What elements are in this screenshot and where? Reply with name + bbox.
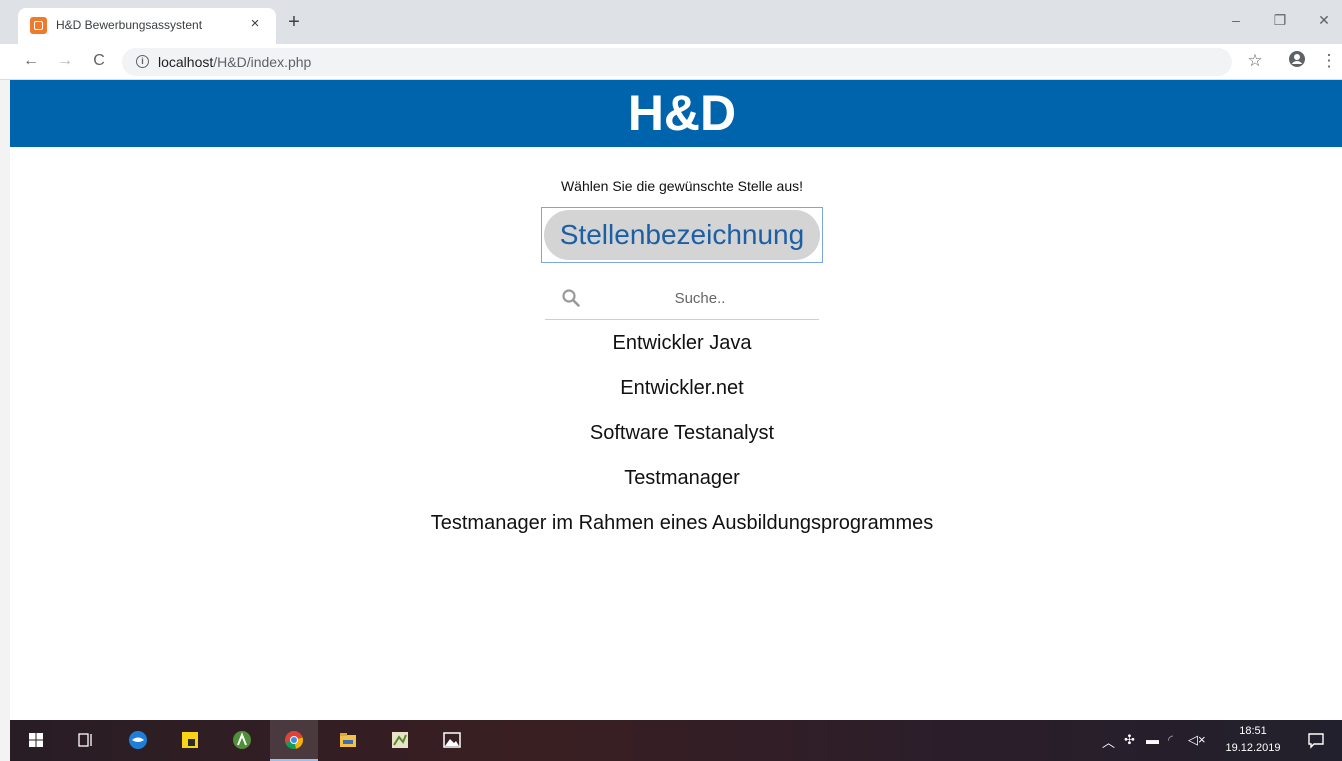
page-viewport: H&D Wählen Sie die gewünschte Stelle aus… [10, 80, 1342, 720]
clock-date: 19.12.2019 [1225, 742, 1281, 754]
battery-icon[interactable]: ▬ [1146, 732, 1159, 747]
bookmark-star-icon[interactable]: ☆ [1244, 50, 1266, 72]
url-text: localhost/H&D/index.php [158, 54, 311, 70]
volume-muted-icon[interactable]: ◁× [1188, 732, 1206, 748]
tab-close-icon[interactable]: × [246, 15, 264, 33]
address-bar[interactable]: i localhost/H&D/index.php [122, 48, 1232, 76]
tray-overflow-icon[interactable]: ︿ [1102, 732, 1115, 751]
new-tab-button[interactable]: + [284, 12, 304, 32]
job-item[interactable]: Testmanager [10, 463, 1342, 508]
position-select-button[interactable]: Stellenbezeichnung [544, 210, 820, 260]
job-item[interactable]: Software Testanalyst [10, 418, 1342, 463]
task-view-icon[interactable] [76, 730, 96, 750]
job-item[interactable]: Entwickler.net [10, 373, 1342, 418]
position-select-frame: Stellenbezeichnung [541, 207, 823, 263]
job-item[interactable]: Testmanager im Rahmen eines Ausbildungsp… [10, 508, 1342, 553]
profile-icon[interactable] [1286, 50, 1308, 72]
search-input[interactable] [585, 285, 815, 311]
sticky-notes-icon[interactable] [180, 730, 200, 750]
browser-toolbar: ← → C i localhost/H&D/index.php ☆ ⋮ [0, 44, 1342, 80]
job-list: Entwickler Java Entwickler.net Software … [10, 328, 1342, 553]
wifi-icon[interactable]: ◜ [1168, 732, 1173, 748]
browser-tab-strip: H&D Bewerbungsassystent × + – ❐ ✕ [0, 0, 1342, 44]
restore-button[interactable]: ❐ [1270, 10, 1290, 30]
thunderbird-icon[interactable] [128, 730, 148, 750]
windows-taskbar: ︿ ✣ ▬ ◜ ◁× 18:51 19.12.2019 [10, 720, 1342, 761]
site-header: H&D [10, 80, 1342, 147]
tab-title: H&D Bewerbungsassystent [56, 18, 203, 32]
search-icon [562, 289, 580, 307]
url-path: /H&D/index.php [213, 54, 312, 70]
back-arrow-icon[interactable]: ← [20, 50, 42, 72]
xampp-favicon-icon [30, 17, 47, 34]
job-item[interactable]: Entwickler Java [10, 328, 1342, 373]
search-bar [545, 280, 819, 320]
taskbar-clock[interactable]: 18:51 19.12.2019 [1218, 723, 1288, 757]
windows-start-icon[interactable] [26, 730, 46, 750]
url-host: localhost [158, 54, 214, 70]
clock-time: 18:51 [1239, 725, 1267, 737]
brand-logo: H&D [627, 85, 737, 141]
close-window-button[interactable]: ✕ [1314, 10, 1334, 30]
reload-icon[interactable]: C [88, 50, 110, 72]
site-info-icon[interactable]: i [136, 55, 149, 68]
photos-icon[interactable] [442, 730, 462, 750]
gimp-icon[interactable] [390, 730, 410, 750]
file-explorer-icon[interactable] [338, 730, 358, 750]
notification-center-icon[interactable] [1306, 730, 1326, 750]
selection-prompt: Wählen Sie die gewünschte Stelle aus! [560, 178, 804, 194]
browser-tab[interactable]: H&D Bewerbungsassystent × [18, 8, 276, 44]
minimize-button[interactable]: – [1226, 10, 1246, 30]
menu-kebab-icon[interactable]: ⋮ [1318, 50, 1340, 72]
forward-arrow-icon[interactable]: → [54, 50, 76, 72]
dropbox-icon[interactable]: ✣ [1124, 732, 1135, 748]
android-studio-icon[interactable] [232, 730, 252, 750]
screen: H&D Bewerbungsassystent × + – ❐ ✕ ← → C … [0, 0, 1342, 761]
chrome-icon[interactable] [284, 730, 304, 750]
